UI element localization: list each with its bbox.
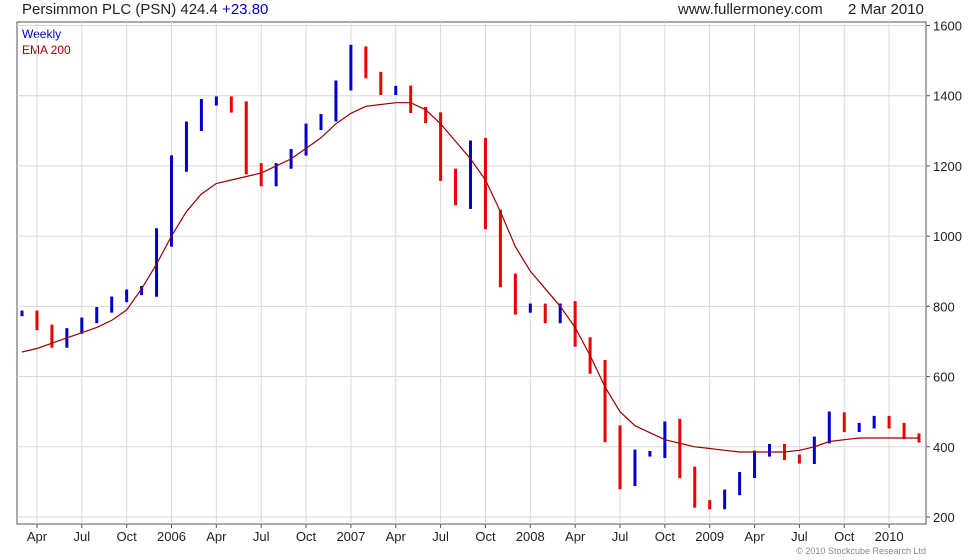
x-tick-label: Apr [565,529,586,544]
chart-svg: 200 400 600 800 1000 1200 1400 1600 Apr Jul Oct 200… [16,19,962,556]
x-tick-label: Apr [206,529,227,544]
x-tick-label: Oct [475,529,496,544]
x-tick-label: Oct [296,529,317,544]
x-tick-label: Jul [791,529,808,544]
copyright-text: © 2010 Stockcube Research Ltd [796,546,926,556]
x-tick-label: Jul [612,529,629,544]
x-tick-label: 2009 [695,529,724,544]
x-tick-label: Apr [27,529,48,544]
x-tick-label: Jul [73,529,90,544]
x-tick-label: Jul [432,529,449,544]
y-tick-label: 400 [933,440,955,455]
x-tick-label: Oct [655,529,676,544]
x-tick-label: 2010 [875,529,904,544]
y-tick-label: 1600 [933,19,962,34]
price-chart: Persimmon PLC (PSN) 424.4 +23.80 www.ful… [0,0,980,560]
x-tick-label: Apr [744,529,765,544]
y-tick-label: 1400 [933,89,962,104]
x-tick-label: Jul [253,529,270,544]
x-tick-label: 2008 [516,529,545,544]
y-tick-label: 600 [933,370,955,385]
x-tick-label: Apr [386,529,407,544]
y-tick-label: 1000 [933,229,962,244]
x-tick-label: 2006 [157,529,186,544]
x-tick-label: 2007 [336,529,365,544]
y-tick-label: 1200 [933,159,962,174]
y-tick-label: 200 [933,510,955,525]
x-tick-label: Oct [117,529,138,544]
plot-frame [16,21,927,525]
y-tick-label: 800 [933,299,955,314]
x-tick-label: Oct [834,529,855,544]
